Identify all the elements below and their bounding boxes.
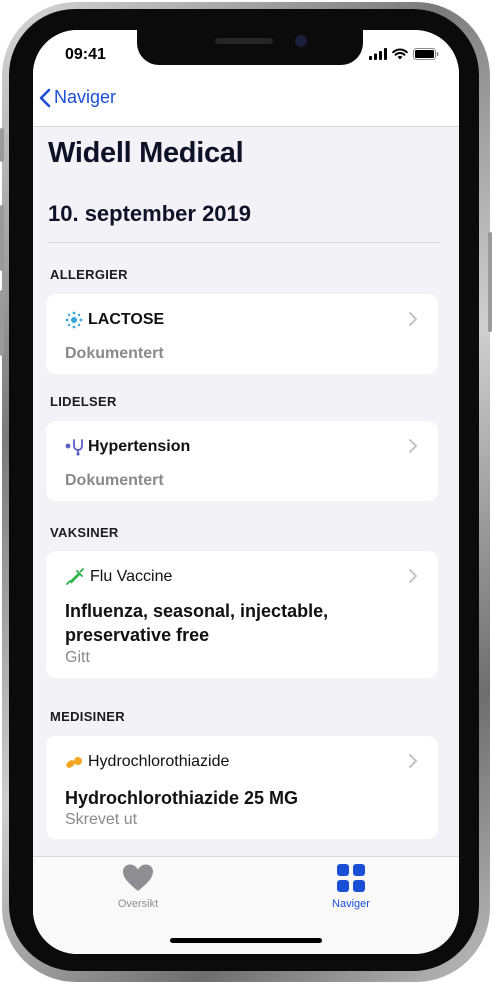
screen: 09:41 Naviger Widell Medical 10. septemb… <box>33 30 459 954</box>
chevron-right-icon <box>409 312 417 326</box>
battery-icon <box>413 48 439 60</box>
wifi-icon <box>392 48 408 60</box>
section-header-allergies: ALLERGIER <box>50 267 128 282</box>
allergy-name: LACTOSE <box>88 311 165 328</box>
chevron-right-icon <box>409 439 417 453</box>
pills-icon <box>65 753 83 771</box>
allergy-icon <box>65 311 83 329</box>
tab-bar: Oversikt Naviger <box>33 856 459 954</box>
vaccine-card-header: Flu Vaccine <box>65 568 172 586</box>
medication-name: Hydrochlorothiazide <box>88 753 230 770</box>
page-title: Widell Medical <box>48 137 244 169</box>
medication-status: Skrevet ut <box>65 811 138 828</box>
tab-navigate-label: Naviger <box>332 898 370 910</box>
volume-up-button <box>0 205 4 271</box>
chevron-right-icon <box>409 754 417 768</box>
status-icons <box>369 48 439 60</box>
allergy-card[interactable]: LACTOSE Dokumentert <box>46 294 438 374</box>
stethoscope-icon <box>65 438 83 456</box>
condition-card[interactable]: Hypertension Dokumentert <box>46 421 438 501</box>
navigation-bar: Naviger <box>33 74 459 127</box>
home-indicator[interactable] <box>170 938 322 943</box>
silent-switch <box>0 128 4 162</box>
medication-card-header: Hydrochlorothiazide <box>65 753 229 771</box>
medication-card[interactable]: Hydrochlorothiazide Hydrochlorothiazide … <box>46 736 438 839</box>
status-time: 09:41 <box>65 46 106 63</box>
section-header-vaccines: VAKSINER <box>50 525 119 540</box>
power-button <box>488 232 492 332</box>
earpiece-speaker <box>215 38 273 44</box>
back-label: Naviger <box>54 87 117 107</box>
front-camera <box>295 35 307 47</box>
cellular-signal-icon <box>369 48 387 60</box>
syringe-icon <box>65 568 85 586</box>
divider <box>48 242 440 243</box>
vaccine-status: Gitt <box>65 649 90 666</box>
chevron-right-icon <box>409 569 417 583</box>
medication-detail: Hydrochlorothiazide 25 MG <box>65 788 299 808</box>
tab-overview-label: Oversikt <box>117 898 159 910</box>
condition-card-header: Hypertension <box>65 438 190 456</box>
chevron-left-icon <box>39 88 51 107</box>
vaccine-detail: Influenza, seasonal, injectable, preserv… <box>65 601 329 645</box>
vaccine-name: Flu Vaccine <box>90 568 173 585</box>
tab-overview[interactable]: Oversikt <box>78 863 198 910</box>
heart-icon <box>123 864 153 891</box>
grid-icon <box>337 864 365 892</box>
condition-status: Dokumentert <box>65 472 164 489</box>
record-date: 10. september 2019 <box>48 201 252 226</box>
section-header-conditions: LIDELSER <box>50 394 117 409</box>
volume-down-button <box>0 290 4 356</box>
section-header-medications: MEDISINER <box>50 709 125 724</box>
tab-navigate[interactable]: Naviger <box>291 863 411 910</box>
allergy-status: Dokumentert <box>65 345 164 362</box>
back-button[interactable]: Naviger <box>39 87 116 108</box>
vaccine-card[interactable]: Flu Vaccine Influenza, seasonal, injecta… <box>46 551 438 678</box>
allergy-card-header: LACTOSE <box>65 311 164 329</box>
notch <box>137 30 363 65</box>
condition-name: Hypertension <box>88 438 191 455</box>
